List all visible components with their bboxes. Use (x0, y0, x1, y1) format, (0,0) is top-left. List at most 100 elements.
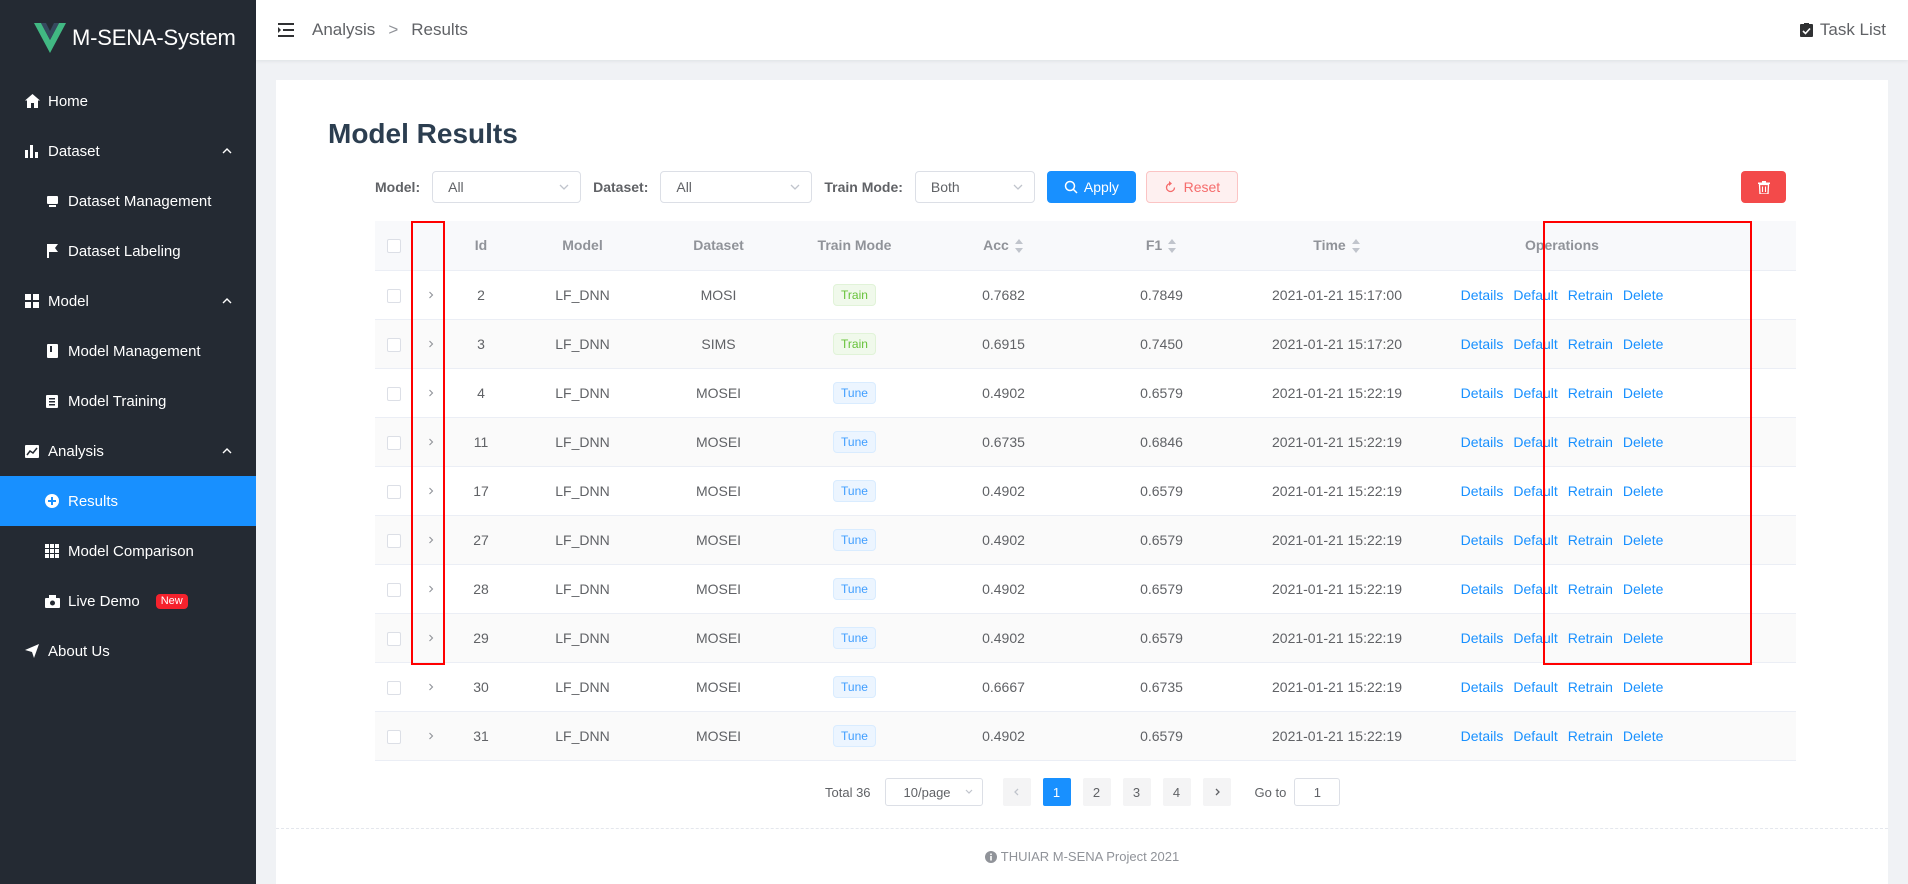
retrain-link[interactable]: Retrain (1568, 385, 1613, 401)
details-link[interactable]: Details (1461, 287, 1504, 303)
details-link[interactable]: Details (1461, 679, 1504, 695)
details-link[interactable]: Details (1461, 630, 1504, 646)
page-1-button[interactable]: 1 (1042, 778, 1071, 806)
row-checkbox[interactable] (386, 729, 401, 744)
delete-link[interactable]: Delete (1623, 287, 1663, 303)
default-link[interactable]: Default (1513, 630, 1557, 646)
page-3-button[interactable]: 3 (1122, 778, 1151, 806)
delete-link[interactable]: Delete (1623, 630, 1663, 646)
sidebar-item-home[interactable]: Home (0, 76, 256, 126)
chevron-right-icon[interactable] (426, 731, 436, 741)
page-4-button[interactable]: 4 (1162, 778, 1191, 806)
expand-cell[interactable] (412, 711, 449, 761)
retrain-link[interactable]: Retrain (1568, 679, 1613, 695)
row-checkbox[interactable] (386, 288, 401, 303)
expand-cell[interactable] (412, 466, 449, 516)
breadcrumb-analysis[interactable]: Analysis (312, 20, 375, 40)
train-mode-select[interactable]: Both (914, 171, 1035, 203)
chevron-right-icon[interactable] (426, 584, 436, 594)
column-header-time-cell[interactable]: Time (1240, 221, 1434, 271)
sidebar-item-dataset-labeling[interactable]: Dataset Labeling (0, 226, 256, 276)
details-link[interactable]: Details (1461, 483, 1504, 499)
details-link[interactable]: Details (1461, 434, 1504, 450)
expand-cell[interactable] (412, 270, 449, 320)
row-checkbox[interactable] (386, 631, 401, 646)
select-all-checkbox[interactable] (386, 239, 401, 254)
default-link[interactable]: Default (1513, 532, 1557, 548)
sidebar-item-model-training[interactable]: Model Training (0, 376, 256, 426)
expand-cell[interactable] (412, 417, 449, 467)
delete-link[interactable]: Delete (1623, 385, 1663, 401)
delete-link[interactable]: Delete (1623, 532, 1663, 548)
retrain-link[interactable]: Retrain (1568, 532, 1613, 548)
apply-button[interactable]: Apply (1046, 171, 1136, 203)
chevron-right-icon[interactable] (426, 388, 436, 398)
default-link[interactable]: Default (1513, 483, 1557, 499)
expand-cell[interactable] (412, 613, 449, 663)
chevron-right-icon[interactable] (426, 339, 436, 349)
default-link[interactable]: Default (1513, 287, 1557, 303)
default-link[interactable]: Default (1513, 581, 1557, 597)
table-row[interactable]: 29 LF_DNN MOSEI Tune 0.4902 0.6579 2021-01-21 … (375, 613, 1796, 663)
reset-button[interactable]: Reset (1145, 171, 1238, 203)
row-checkbox[interactable] (386, 484, 401, 499)
table-row[interactable]: 30 LF_DNN MOSEI Tune 0.6667 0.6735 2021-01-21 … (375, 662, 1796, 712)
retrain-link[interactable]: Retrain (1568, 434, 1613, 450)
prev-page-button[interactable] (1002, 778, 1031, 806)
row-checkbox[interactable] (386, 582, 401, 597)
row-checkbox[interactable] (386, 337, 401, 352)
row-checkbox[interactable] (386, 533, 401, 548)
page-size-select[interactable]: 10/page (884, 778, 983, 806)
model-select[interactable]: All (432, 171, 582, 203)
table-row[interactable]: 31 LF_DNN MOSEI Tune 0.4902 0.6579 2021-01-21 … (375, 711, 1796, 761)
table-row[interactable]: 27 LF_DNN MOSEI Tune 0.4902 0.6579 2021-01-21 … (375, 515, 1796, 565)
sidebar-item-model-comparison[interactable]: Model Comparison (0, 526, 256, 576)
delete-link[interactable]: Delete (1623, 434, 1663, 450)
default-link[interactable]: Default (1513, 679, 1557, 695)
sidebar-item-dataset[interactable]: Dataset (0, 126, 256, 176)
default-link[interactable]: Default (1513, 385, 1557, 401)
expand-cell[interactable] (412, 515, 449, 565)
details-link[interactable]: Details (1461, 581, 1504, 597)
retrain-link[interactable]: Retrain (1568, 581, 1613, 597)
delete-link[interactable]: Delete (1623, 679, 1663, 695)
sort-icon[interactable] (1167, 239, 1177, 254)
table-row[interactable]: 4 LF_DNN MOSEI Tune 0.4902 0.6579 2021-01-21 1… (375, 368, 1796, 418)
default-link[interactable]: Default (1513, 434, 1557, 450)
chevron-right-icon[interactable] (426, 682, 436, 692)
chevron-right-icon[interactable] (426, 486, 436, 496)
expand-cell[interactable] (412, 662, 449, 712)
details-link[interactable]: Details (1461, 385, 1504, 401)
row-checkbox[interactable] (386, 435, 401, 450)
sidebar-item-model[interactable]: Model (0, 276, 256, 326)
chevron-right-icon[interactable] (426, 437, 436, 447)
table-row[interactable]: 28 LF_DNN MOSEI Tune 0.4902 0.6579 2021-01-21 … (375, 564, 1796, 614)
table-row[interactable]: 2 LF_DNN MOSI Train 0.7682 0.7849 2021-01-21 1… (375, 270, 1796, 320)
retrain-link[interactable]: Retrain (1568, 336, 1613, 352)
retrain-link[interactable]: Retrain (1568, 287, 1613, 303)
details-link[interactable]: Details (1461, 532, 1504, 548)
dataset-select[interactable]: All (660, 171, 813, 203)
details-link[interactable]: Details (1461, 336, 1504, 352)
delete-link[interactable]: Delete (1623, 336, 1663, 352)
retrain-link[interactable]: Retrain (1568, 630, 1613, 646)
delete-link[interactable]: Delete (1623, 728, 1663, 744)
table-row[interactable]: 11 LF_DNN MOSEI Tune 0.6735 0.6846 2021-01-21 … (375, 417, 1796, 467)
sidebar-item-model-management[interactable]: Model Management (0, 326, 256, 376)
hamburger-icon[interactable] (278, 23, 294, 37)
retrain-link[interactable]: Retrain (1568, 483, 1613, 499)
sidebar-item-about-us[interactable]: About Us (0, 626, 256, 676)
chevron-right-icon[interactable] (426, 633, 436, 643)
brand[interactable]: M-SENA-System (0, 0, 256, 76)
sidebar-item-live-demo[interactable]: Live Demo New (0, 576, 256, 626)
table-row[interactable]: 3 LF_DNN SIMS Train 0.6915 0.7450 2021-01-21 1… (375, 319, 1796, 369)
delete-selected-button[interactable] (1741, 171, 1786, 203)
chevron-right-icon[interactable] (426, 535, 436, 545)
next-page-button[interactable] (1202, 778, 1231, 806)
sort-icon[interactable] (1351, 239, 1361, 254)
sidebar-item-analysis[interactable]: Analysis (0, 426, 256, 476)
task-list-button[interactable]: Task List (1799, 20, 1886, 40)
column-header-acc-cell[interactable]: Acc (924, 221, 1083, 271)
sidebar-item-dataset-management[interactable]: Dataset Management (0, 176, 256, 226)
default-link[interactable]: Default (1513, 728, 1557, 744)
